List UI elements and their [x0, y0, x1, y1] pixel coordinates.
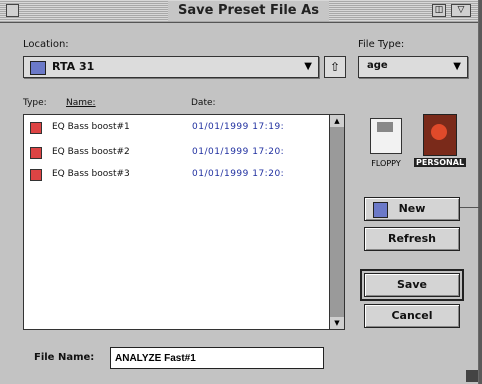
location-value: RTA 31 — [52, 60, 95, 73]
list-item[interactable]: EQ Bass boost#2 01/01/1999 17:20: — [24, 144, 328, 162]
scroll-up-arrow-icon[interactable]: ▲ — [330, 115, 344, 127]
hard-drive-label: PERSONAL — [414, 158, 467, 167]
file-date: 01/01/1999 17:20: — [192, 169, 285, 179]
collapse-box[interactable]: ▽ — [451, 4, 471, 17]
hard-drive[interactable]: PERSONAL — [414, 114, 467, 167]
file-type-label: File Type: — [358, 39, 405, 50]
column-name[interactable]: Name: — [66, 98, 96, 108]
list-item[interactable]: EQ Bass boost#3 01/01/1999 17:20: — [24, 166, 328, 184]
file-date: 01/01/1999 17:20: — [192, 147, 285, 157]
floppy-label: FLOPPY — [371, 159, 401, 168]
file-name: EQ Bass boost#3 — [52, 169, 130, 179]
file-name-label: File Name: — [34, 352, 95, 363]
title-bar[interactable]: Save Preset File As ◫ ▽ — [0, 0, 478, 23]
location-popup[interactable]: RTA 31 ▼ — [23, 56, 319, 78]
preset-file-icon — [30, 169, 42, 181]
file-type-value: age — [367, 60, 388, 71]
file-list[interactable]: EQ Bass boost#1 01/01/1999 17:19: EQ Bas… — [23, 114, 345, 330]
location-label: Location: — [23, 39, 69, 50]
cancel-button[interactable]: Cancel — [364, 304, 460, 328]
file-name: EQ Bass boost#2 — [52, 147, 130, 157]
window-title: Save Preset File As — [168, 1, 329, 21]
floppy-drive[interactable]: FLOPPY — [364, 118, 408, 168]
hard-drive-icon — [423, 114, 457, 156]
new-folder-icon — [373, 202, 388, 218]
floppy-icon — [370, 118, 402, 154]
new-folder-button[interactable]: New — [364, 197, 460, 221]
file-type-popup[interactable]: age ▼ — [358, 56, 468, 78]
preset-file-icon — [30, 147, 42, 159]
scrollbar[interactable]: ▲ ▼ — [329, 115, 344, 329]
close-box[interactable] — [6, 4, 19, 17]
parent-folder-button[interactable]: ⇧ — [324, 56, 346, 78]
folder-icon — [30, 61, 46, 75]
list-item[interactable]: EQ Bass boost#1 01/01/1999 17:19: — [24, 119, 328, 137]
callout-line — [460, 207, 480, 208]
zoom-box[interactable]: ◫ — [432, 4, 446, 17]
resize-grip[interactable] — [466, 370, 478, 382]
new-button-label: New — [398, 202, 426, 215]
preset-file-icon — [30, 122, 42, 134]
save-dialog: Save Preset File As ◫ ▽ Location: RTA 31… — [0, 0, 480, 384]
file-name-input[interactable] — [110, 347, 324, 369]
column-type[interactable]: Type: — [23, 98, 47, 108]
refresh-button[interactable]: Refresh — [364, 227, 460, 251]
save-button[interactable]: Save — [360, 269, 464, 301]
chevron-down-icon: ▼ — [304, 61, 312, 72]
file-name: EQ Bass boost#1 — [52, 122, 130, 132]
chevron-down-icon: ▼ — [453, 61, 461, 72]
column-date[interactable]: Date: — [191, 98, 216, 108]
scroll-down-arrow-icon[interactable]: ▼ — [330, 317, 344, 329]
file-date: 01/01/1999 17:19: — [192, 122, 285, 132]
